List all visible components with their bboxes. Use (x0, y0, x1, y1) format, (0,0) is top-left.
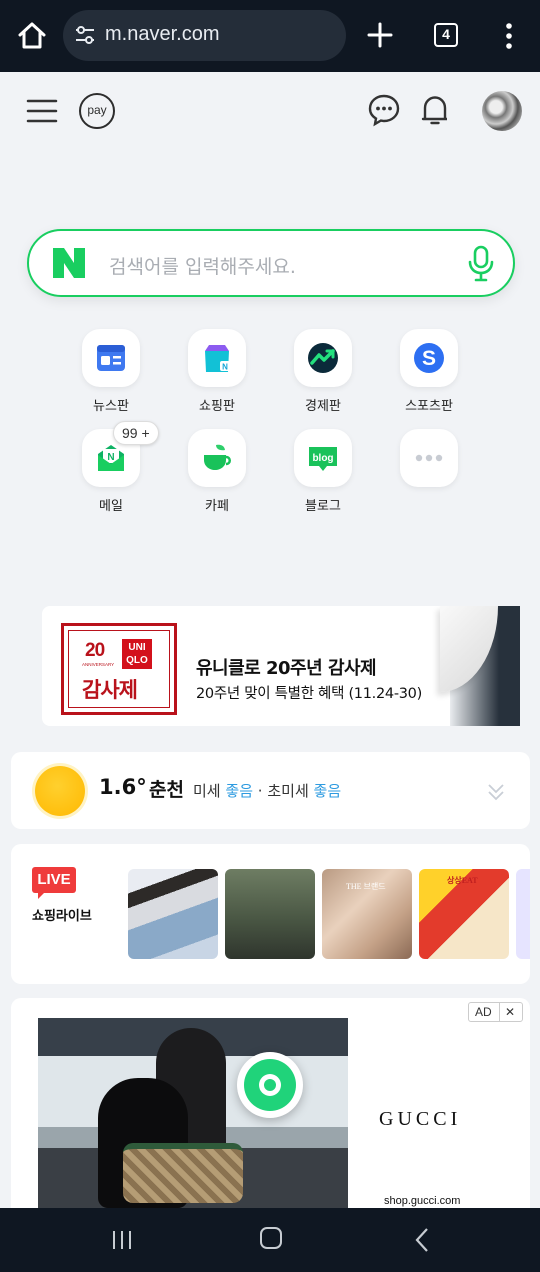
fine-dust-value: 좋음 (225, 782, 253, 800)
shortcut-label: 메일 (99, 499, 123, 514)
live-thumbnail[interactable] (516, 869, 530, 959)
ad-bag (123, 1143, 243, 1203)
shortcut-economy[interactable]: 경제판 (283, 329, 363, 414)
logo-20: 20 (85, 640, 105, 661)
recent-apps-icon[interactable] (110, 1229, 134, 1251)
shortcut-tile[interactable] (82, 329, 140, 387)
live-thumbnail[interactable] (225, 869, 315, 959)
uniqlo-logo-line2: QLO (126, 655, 148, 666)
air-quality: 미세 좋음 · 초미세 좋음 (193, 780, 341, 801)
home-button-icon[interactable] (260, 1227, 282, 1249)
ultra-fine-dust-label: 초미세 (267, 782, 309, 800)
search-input[interactable]: 검색어를 입력해주세요. (109, 252, 296, 279)
thumbnail-text: THE 브랜드 (346, 882, 386, 891)
green-dot-icon (259, 1074, 281, 1096)
svg-text:N: N (222, 363, 228, 372)
shortcut-cafe[interactable]: 카페 (177, 429, 257, 514)
separator: · (257, 782, 263, 800)
live-thumbnail[interactable]: THE 브랜드 (322, 869, 412, 959)
ad-label: AD ✕ (468, 1002, 523, 1022)
site-settings-icon[interactable] (74, 24, 96, 46)
shortcut-tile[interactable]: N (188, 329, 246, 387)
shortcut-tile[interactable] (188, 429, 246, 487)
promo-title[interactable]: 유니클로 20주년 감사제 (196, 654, 377, 680)
shortcut-more[interactable] (389, 429, 469, 495)
chevron-down-icon[interactable] (487, 782, 505, 802)
weather-card[interactable]: 1.6° 춘천 미세 좋음 · 초미세 좋음 (11, 752, 530, 829)
shortcut-label: 카페 (205, 499, 229, 514)
shortcut-tile[interactable]: S (400, 329, 458, 387)
menu-icon[interactable] (26, 98, 58, 124)
browser-toolbar: m.naver.com 4 (0, 0, 540, 72)
mail-count-badge: 99 + (113, 421, 159, 445)
avatar[interactable] (482, 91, 522, 131)
uniqlo-logo-line1: UNI (128, 642, 146, 653)
shortcut-label: 경제판 (305, 399, 341, 414)
uniqlo-logo: UNI QLO (122, 639, 152, 669)
home-icon[interactable] (12, 16, 52, 56)
shortcut-sports[interactable]: S 스포츠판 (389, 329, 469, 414)
shopping-live-label: 쇼핑라이브 (32, 909, 92, 924)
green-dot-inner (244, 1059, 296, 1111)
blog-icon: blog (309, 447, 337, 471)
ad-image[interactable] (38, 1018, 348, 1208)
shortcut-label: 뉴스판 (93, 399, 129, 414)
ad-badge-divider (499, 1003, 500, 1021)
system-navigation-bar (0, 1208, 540, 1272)
shopping-live-card[interactable]: LIVE 쇼핑라이브 THE 브랜드 상상EAT (11, 844, 530, 984)
shortcut-news[interactable]: 뉴스판 (71, 329, 151, 414)
svg-text:blog: blog (312, 453, 333, 464)
fine-dust-label: 미세 (193, 782, 221, 800)
mail-icon: N (98, 445, 124, 471)
shopping-bag-icon: N (205, 345, 230, 372)
ad-badge-text: AD (475, 1005, 492, 1019)
shortcut-blog[interactable]: blog 블로그 (283, 429, 363, 514)
ad-url[interactable]: shop.gucci.com (384, 1195, 460, 1207)
url-text[interactable]: m.naver.com (105, 23, 219, 46)
gucci-logo: GUCCI (379, 1108, 462, 1130)
sun-icon (35, 766, 85, 816)
more-menu-icon[interactable] (499, 20, 519, 52)
microphone-icon[interactable] (466, 245, 496, 283)
address-bar[interactable]: m.naver.com (63, 10, 346, 61)
search-bar[interactable]: 검색어를 입력해주세요. (27, 229, 515, 297)
naver-home-page: pay 검색어를 입력해주세요. 뉴스판 N 쇼핑판 경제판 S 스포츠판 N … (0, 72, 540, 1208)
shortcut-tile[interactable]: blog (294, 429, 352, 487)
temperature: 1.6° (99, 775, 147, 799)
more-dots-icon (415, 454, 443, 462)
ultra-fine-dust-value: 좋음 (313, 782, 342, 800)
promo-subtitle[interactable]: 20주년 맞이 특별한 혜택 (11.24-30) (196, 682, 422, 703)
economy-chart-icon (308, 343, 338, 373)
uniqlo-promo-banner[interactable]: 20 ANNIVERSARY UNI QLO 감사제 유니클로 20주년 감사제… (42, 606, 520, 726)
shortcut-label: 쇼핑판 (199, 399, 235, 414)
news-icon (97, 345, 125, 371)
naver-pay-button[interactable]: pay (79, 93, 115, 129)
back-icon[interactable] (414, 1227, 430, 1253)
cafe-cup-icon (204, 444, 231, 470)
uniqlo-anniversary-logo: 20 ANNIVERSARY UNI QLO 감사제 (61, 623, 177, 715)
live-thumbnail[interactable]: 상상EAT (419, 869, 509, 959)
new-tab-icon[interactable] (366, 20, 394, 50)
sports-s-icon: S (414, 343, 444, 373)
svg-text:S: S (422, 347, 436, 370)
logo-kamsa: 감사제 (82, 678, 138, 702)
live-thumbnail[interactable] (128, 869, 218, 959)
city-name: 춘천 (149, 779, 184, 801)
logo-anniversary: ANNIVERSARY (82, 662, 115, 667)
tab-switcher-button[interactable]: 4 (434, 23, 458, 47)
talk-icon[interactable] (367, 93, 401, 127)
shortcut-label: 블로그 (305, 499, 341, 514)
shortcut-tile[interactable] (400, 429, 458, 487)
shortcut-shopping[interactable]: N 쇼핑판 (177, 329, 257, 414)
ad-close-button[interactable]: ✕ (505, 1005, 515, 1019)
shortcut-label: 스포츠판 (405, 399, 453, 414)
svg-text:N: N (107, 452, 114, 463)
live-badge: LIVE (32, 867, 76, 899)
shortcut-tile[interactable] (294, 329, 352, 387)
naver-logo-icon (53, 248, 85, 278)
green-dot-button[interactable] (237, 1052, 303, 1118)
bell-icon[interactable] (419, 92, 451, 128)
thumbnail-text: 상상EAT (447, 876, 478, 885)
